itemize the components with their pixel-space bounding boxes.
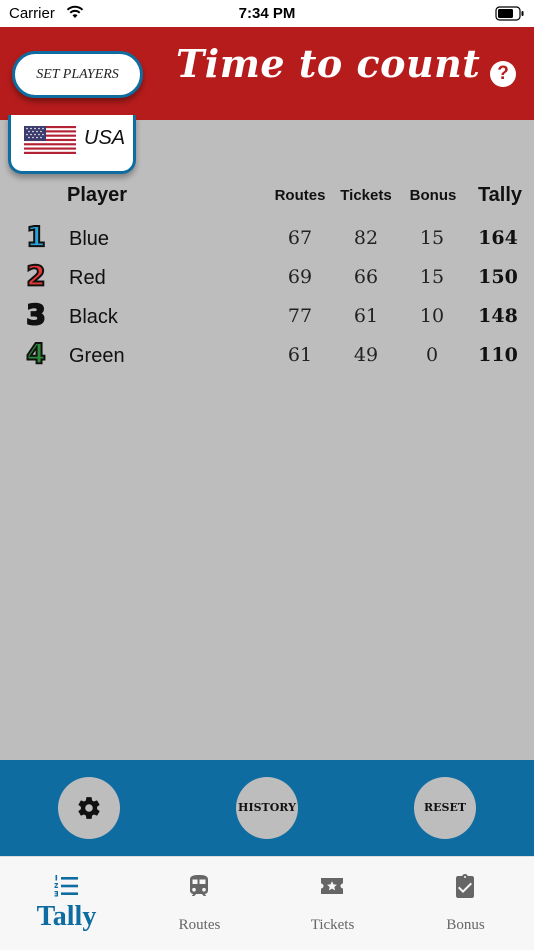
tickets-score: 82 — [353, 227, 379, 249]
column-header-bonus: Bonus — [409, 187, 457, 204]
tab-label: Tally — [36, 901, 97, 932]
player-row[interactable]: 3 Black 77 61 10 148 — [0, 297, 534, 336]
tally-score: 164 — [478, 227, 518, 249]
app-header: SET PLAYERS Time to count ? — [0, 27, 534, 120]
player-name: Blue — [69, 228, 110, 250]
help-icon[interactable]: ? — [490, 61, 516, 87]
column-header-tickets: Tickets — [340, 187, 392, 204]
rank-number: 2 — [25, 259, 46, 292]
ticket-star-icon — [321, 878, 343, 894]
routes-score: 69 — [287, 266, 313, 288]
tally-score: 110 — [478, 344, 518, 366]
tab-routes[interactable]: Routes — [133, 857, 266, 950]
tab-bonus[interactable]: Bonus — [399, 857, 532, 950]
tab-label: Routes — [178, 917, 221, 933]
train-icon — [190, 875, 208, 896]
routes-score: 77 — [287, 305, 313, 327]
column-header-tally: Tally — [477, 184, 523, 206]
reset-button[interactable]: RESET — [414, 777, 476, 839]
country-selector-button[interactable]: USA — [8, 115, 136, 174]
player-name: Green — [69, 345, 125, 367]
bonus-score: 15 — [419, 227, 445, 249]
player-name: Black — [69, 306, 118, 328]
rank-number: 4 — [25, 337, 46, 370]
set-players-button[interactable]: SET PLAYERS — [12, 51, 143, 98]
column-header-player: Player — [67, 184, 128, 206]
tab-label: Bonus — [446, 917, 485, 933]
column-header-routes: Routes — [274, 187, 326, 204]
tab-tickets[interactable]: Tickets — [266, 857, 399, 950]
tab-tally[interactable]: Tally — [0, 857, 133, 950]
bonus-score: 0 — [425, 344, 439, 366]
status-bar: Carrier 7:34 PM — [0, 0, 534, 27]
tab-label: Tickets — [310, 917, 355, 933]
clock: 7:34 PM — [238, 5, 296, 22]
routes-score: 61 — [287, 344, 313, 366]
numbered-list-icon — [54, 875, 78, 897]
player-row[interactable]: 1 Blue 67 82 15 164 — [0, 219, 534, 258]
action-bar: HISTORY RESET — [0, 760, 534, 856]
tally-score: 148 — [478, 305, 518, 327]
usa-flag-icon — [24, 126, 76, 154]
settings-button[interactable] — [58, 777, 120, 839]
tickets-score: 49 — [353, 344, 379, 366]
tally-score: 150 — [478, 266, 518, 288]
bonus-score: 15 — [419, 266, 445, 288]
gear-icon — [78, 797, 100, 819]
tickets-score: 66 — [353, 266, 379, 288]
clipboard-check-icon — [456, 874, 474, 898]
app-title: Time to count — [176, 41, 481, 86]
bonus-score: 10 — [419, 305, 445, 327]
player-row[interactable]: 4 Green 61 49 0 110 — [0, 336, 534, 375]
rank-number: 1 — [25, 220, 46, 253]
player-name: Red — [69, 267, 106, 289]
battery-icon — [495, 6, 524, 21]
country-label: USA — [84, 127, 126, 149]
rank-number: 3 — [25, 298, 46, 331]
tickets-score: 61 — [353, 305, 379, 327]
player-row[interactable]: 2 Red 69 66 15 150 — [0, 258, 534, 297]
routes-score: 67 — [287, 227, 313, 249]
history-button[interactable]: HISTORY — [236, 777, 298, 839]
tab-bar: Tally Routes Tickets Bonus — [0, 856, 534, 950]
